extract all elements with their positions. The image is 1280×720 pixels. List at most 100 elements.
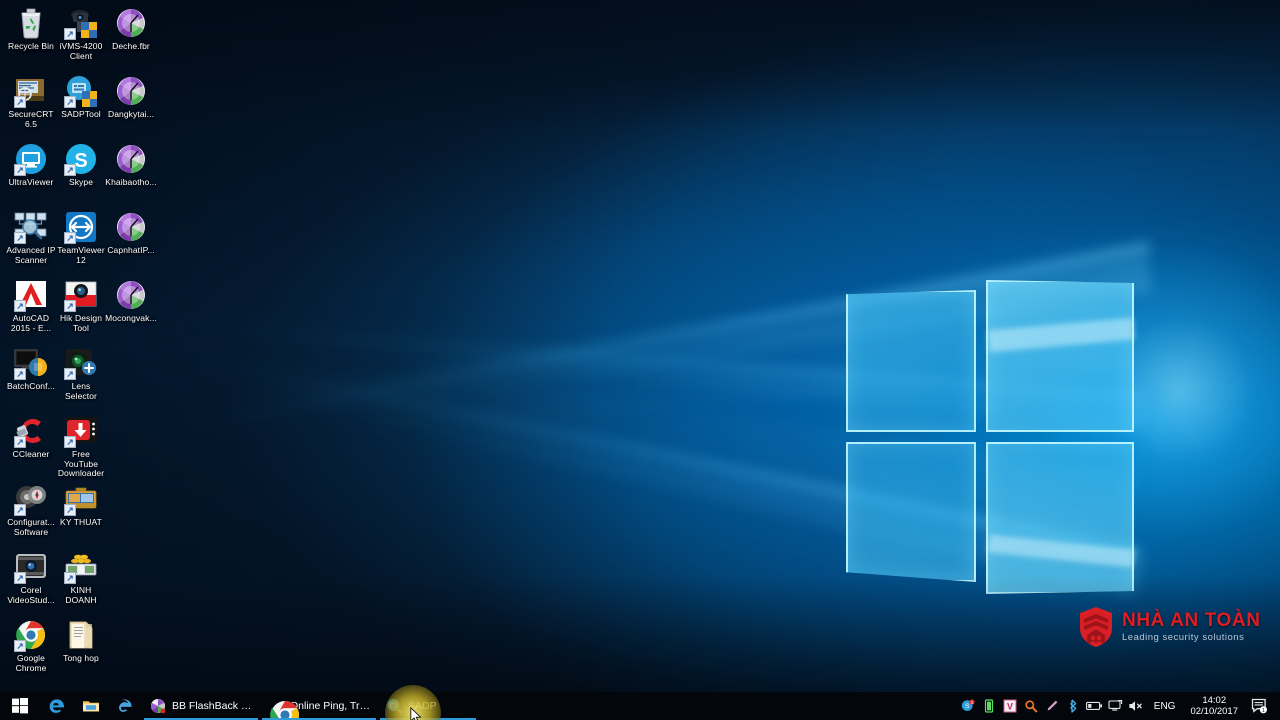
taskbar-task-list: BB FlashBack Pro 4 ... Online Ping, Trace… xyxy=(142,692,478,720)
taskbar-clock[interactable]: 14:02 02/10/2017 xyxy=(1182,695,1246,717)
bb-flashback-icon xyxy=(150,698,166,714)
desktop-icon-configurat-software[interactable]: Configurat... Software xyxy=(5,482,57,537)
desktop-icon-grid: Recycle BiniVMS-4200 ClientDeche.fbr Secu… xyxy=(0,0,160,690)
lens-selector-icon xyxy=(64,346,98,380)
windows-logo-icon xyxy=(12,698,28,714)
taskbar-task-label: SADP xyxy=(408,700,437,712)
desktop-icon-label: Dangkytai... xyxy=(105,110,157,120)
desktop-icon-corel-videostud[interactable]: Corel VideoStud... xyxy=(5,550,57,605)
taskbar-task-online-ping-tracer[interactable]: Online Ping, Tracer... xyxy=(260,692,378,720)
shortcut-overlay-icon xyxy=(64,436,76,448)
file-explorer-icon xyxy=(82,698,100,714)
battery-status-icon[interactable] xyxy=(1084,692,1105,720)
bb-flashback-file-icon xyxy=(114,6,148,40)
desktop-icon-ultraviewer[interactable]: UltraViewer xyxy=(5,142,57,188)
desktop-icon-kinh-doanh[interactable]: KINH DOANH xyxy=(55,550,107,605)
bluetooth-tray-icon[interactable] xyxy=(1063,692,1084,720)
desktop-icon-skype[interactable]: S Skype xyxy=(55,142,107,188)
network-tray-icon[interactable] xyxy=(1105,692,1126,720)
skype-tray-icon[interactable]: S 1 xyxy=(958,692,979,720)
shortcut-overlay-icon xyxy=(14,436,26,448)
shield-house-logo-icon xyxy=(1078,606,1114,648)
taskbar-task-bb-flashback-pro-4[interactable]: BB FlashBack Pro 4 ... xyxy=(142,692,260,720)
desktop-icon-label: Configurat... Software xyxy=(5,518,57,537)
corel-videostudio-icon xyxy=(14,550,48,584)
google-chrome-icon xyxy=(14,618,48,652)
shortcut-overlay-icon xyxy=(14,572,26,584)
shortcut-overlay-icon xyxy=(14,164,26,176)
desktop-icon-label: SADPTool xyxy=(55,110,107,120)
ultraviewer-icon xyxy=(14,142,48,176)
desktop-icon-label: Khaibaotho... xyxy=(105,178,157,188)
desktop-icon-khaibaotho[interactable]: Khaibaotho... xyxy=(105,142,157,188)
desktop-icon-mocongvak[interactable]: Mocongvak... xyxy=(105,278,157,324)
taskbar-edge-button[interactable] xyxy=(40,692,74,720)
desktop-icon-label: CCleaner xyxy=(5,450,57,460)
desktop-icon-label: TeamViewer 12 xyxy=(55,246,107,265)
desktop-icon-recycle-bin[interactable]: Recycle Bin xyxy=(5,6,57,52)
search-tray-icon[interactable] xyxy=(1021,692,1042,720)
desktop-icon-label: Deche.fbr xyxy=(105,42,157,52)
shortcut-overlay-icon xyxy=(64,232,76,244)
action-center-icon: 1 xyxy=(1251,698,1268,714)
language-indicator[interactable]: ENG xyxy=(1147,701,1183,712)
desktop-icon-label: Skype xyxy=(55,178,107,188)
taskbar-internet-explorer-button[interactable] xyxy=(108,692,142,720)
folder-money-icon xyxy=(64,550,98,584)
desktop-icon-ky-thuat[interactable]: KY THUAT xyxy=(55,482,107,528)
desktop-icon-label: CapnhatIP... xyxy=(105,246,157,256)
shortcut-overlay-icon xyxy=(14,96,26,108)
desktop-icon-free-youtube-downloader[interactable]: Free YouTube Downloader xyxy=(55,414,107,479)
shortcut-overlay-icon xyxy=(14,368,26,380)
desktop-icon-label: Corel VideoStud... xyxy=(5,586,57,605)
watermark-logo: NHÀ AN TOÀN Leading security solutions xyxy=(1078,606,1261,648)
desktop-icon-teamviewer-12[interactable]: TeamViewer 12 xyxy=(55,210,107,265)
volume-muted-icon[interactable] xyxy=(1126,692,1147,720)
desktop-icon-ivms-4200-client[interactable]: iVMS-4200 Client xyxy=(55,6,107,61)
desktop-icon-securecrt-6-5[interactable]: SecureCRT 6.5 xyxy=(5,74,57,129)
desktop-icon-label: iVMS-4200 Client xyxy=(55,42,107,61)
desktop-icon-ccleaner[interactable]: CCleaner xyxy=(5,414,57,460)
desktop-icon-deche-fbr[interactable]: Deche.fbr xyxy=(105,6,157,52)
desktop-icon-label: BatchConf... xyxy=(5,382,57,392)
taskbar-task-sadp[interactable]: SADP xyxy=(378,692,478,720)
clock-date: 02/10/2017 xyxy=(1190,706,1238,717)
bb-flashback-file-icon xyxy=(114,142,148,176)
svg-text:1: 1 xyxy=(971,700,974,705)
shortcut-overlay-icon xyxy=(64,28,76,40)
recycle-bin-icon xyxy=(14,6,48,40)
svg-text:S: S xyxy=(965,703,970,710)
skype-icon: S xyxy=(64,142,98,176)
desktop-icon-sadptool[interactable]: SADPTool xyxy=(55,74,107,120)
svg-text:S: S xyxy=(74,150,87,172)
sadp-icon xyxy=(386,698,402,714)
desktop-icon-tong-hop[interactable]: Tong hop xyxy=(55,618,107,664)
desktop-icon-dangkytai[interactable]: Dangkytai... xyxy=(105,74,157,120)
desktop-icon-advanced-ip-scanner[interactable]: Advanced IP Scanner xyxy=(5,210,57,265)
taskbar-task-label: BB FlashBack Pro 4 ... xyxy=(172,700,252,712)
internet-explorer-icon xyxy=(116,697,134,715)
taskbar-file-explorer-button[interactable] xyxy=(74,692,108,720)
shortcut-overlay-icon xyxy=(64,368,76,380)
folder-briefcase-icon xyxy=(64,482,98,516)
desktop-icon-label: Recycle Bin xyxy=(5,42,57,52)
desktop-icon-label: Lens Selector xyxy=(55,382,107,401)
action-center-button[interactable]: 1 xyxy=(1246,692,1272,720)
desktop-icon-batchconf[interactable]: BatchConf... xyxy=(5,346,57,392)
battery-meter-icon[interactable] xyxy=(979,692,1000,720)
bb-flashback-file-icon xyxy=(114,74,148,108)
start-button[interactable] xyxy=(0,692,40,720)
ivms-4200-client-icon xyxy=(64,6,98,40)
shortcut-overlay-icon xyxy=(14,300,26,312)
vietkey-tray-icon[interactable]: V xyxy=(1000,692,1021,720)
desktop-icon-hik-design-tool[interactable]: Hik Design Tool xyxy=(55,278,107,333)
desktop-icon-google-chrome[interactable]: Google Chrome xyxy=(5,618,57,673)
shortcut-overlay-icon xyxy=(14,504,26,516)
hik-design-tool-icon xyxy=(64,278,98,312)
desktop-icon-autocad-2015-e[interactable]: AutoCAD 2015 - E... xyxy=(5,278,57,333)
desktop-icon-lens-selector[interactable]: Lens Selector xyxy=(55,346,107,401)
advanced-ip-scanner-icon xyxy=(14,210,48,244)
desktop-icon-capnhatip[interactable]: CapnhatIP... xyxy=(105,210,157,256)
desktop-icon-label: AutoCAD 2015 - E... xyxy=(5,314,57,333)
pen-tray-icon[interactable] xyxy=(1042,692,1063,720)
